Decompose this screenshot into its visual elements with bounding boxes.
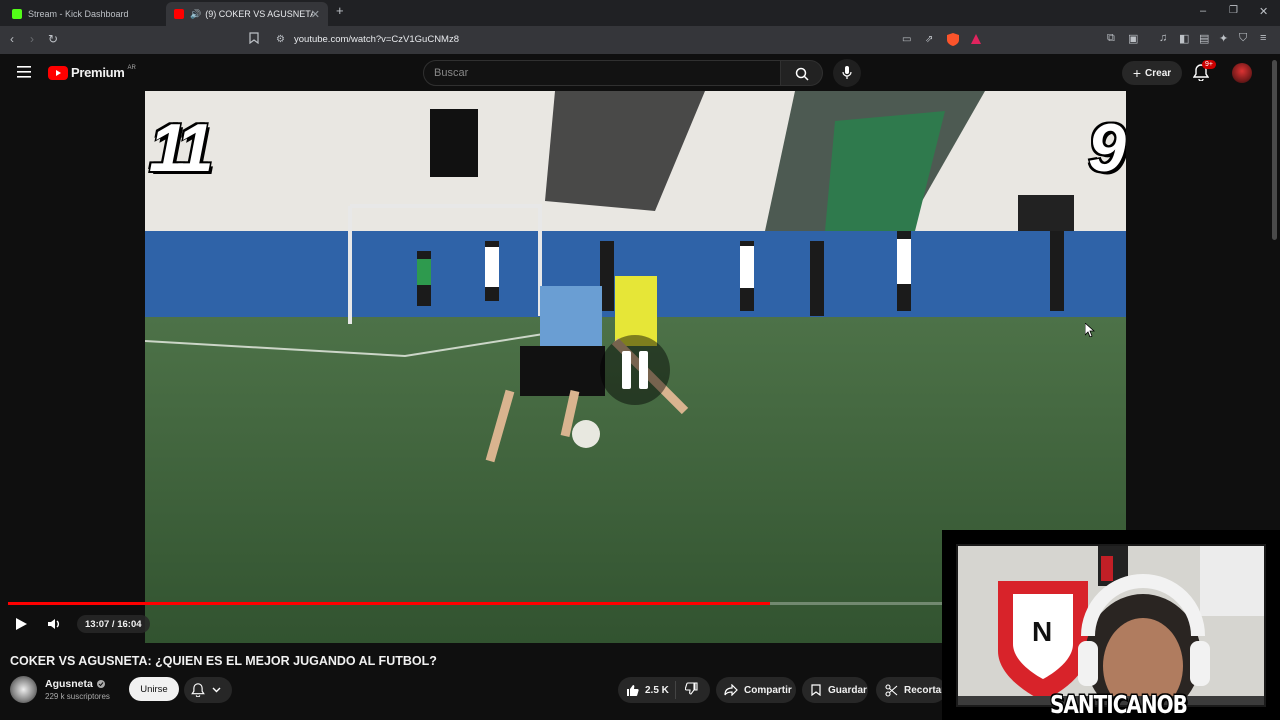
clip-button[interactable]: Recortar <box>876 677 946 703</box>
youtube-header: Premium AR + Crear 9+ <box>0 54 1280 92</box>
wallet-icon[interactable]: ▣ <box>1128 32 1138 45</box>
voice-search-button[interactable] <box>833 59 861 87</box>
notifications-button[interactable]: 9+ <box>1192 60 1216 86</box>
save-label: Guardar <box>828 684 867 696</box>
minimize-button[interactable]: – <box>1200 5 1206 17</box>
media-icon[interactable]: ♫ <box>1159 32 1167 44</box>
volume-icon <box>48 619 59 629</box>
chevron-down-icon <box>212 687 221 693</box>
play-button[interactable] <box>14 617 28 636</box>
notification-badge: 9+ <box>1202 60 1216 69</box>
close-window-button[interactable]: ✕ <box>1259 5 1268 18</box>
video-progress-fill <box>8 602 771 605</box>
region-code: AR <box>127 64 136 71</box>
create-label: Crear <box>1145 67 1172 79</box>
verified-check-icon <box>96 680 105 688</box>
join-label: Unirse <box>140 683 168 695</box>
club-badge-letter: N <box>1032 616 1053 647</box>
kick-favicon-icon <box>12 9 22 19</box>
vpn-icon[interactable]: ⛉ <box>1239 32 1247 45</box>
pause-overlay-button[interactable] <box>600 335 670 405</box>
close-tab-icon[interactable]: ✕ <box>311 8 320 21</box>
like-dislike-group: 2.5 K <box>618 677 710 703</box>
score-left: 11 <box>149 110 214 186</box>
search-bar <box>423 60 781 86</box>
logo-text: Premium <box>71 65 125 80</box>
microphone-icon <box>842 66 852 79</box>
dislike-button[interactable] <box>676 682 698 698</box>
youtube-favicon-icon <box>174 9 184 19</box>
reload-icon[interactable]: ↻ <box>48 32 58 46</box>
time-display: 13:07 / 16:04 <box>77 615 150 633</box>
site-settings-icon[interactable]: ⚙ <box>276 34 285 45</box>
save-playlist-icon <box>811 684 821 696</box>
youtube-premium-logo[interactable]: Premium AR <box>48 65 136 80</box>
streamer-name: SANTICANOB <box>1050 689 1188 719</box>
leo-ai-icon[interactable]: ✦ <box>1219 32 1228 45</box>
url-field[interactable]: youtube.com/watch?v=CzV1GuCNMz8 <box>294 34 459 45</box>
wallet2-icon[interactable]: ▤ <box>1199 32 1209 45</box>
brave-rewards-icon[interactable] <box>970 33 982 48</box>
page-scrollbar[interactable] <box>1272 60 1277 240</box>
avatar[interactable] <box>1232 63 1252 83</box>
thumbs-up-icon <box>627 684 639 696</box>
forward-icon[interactable]: › <box>30 32 34 46</box>
channel-avatar[interactable] <box>10 676 37 703</box>
tab-title: Stream - Kick Dashboard <box>28 9 129 19</box>
bookmark-icon[interactable] <box>249 32 259 47</box>
browser-tab-bar: Stream - Kick Dashboard 🔊 (9) COKER VS A… <box>0 0 1280 26</box>
streamer-webcam-overlay: N SANTICANOB <box>942 530 1280 720</box>
join-button[interactable]: Unirse <box>129 677 179 701</box>
search-button[interactable] <box>781 60 823 86</box>
channel-name-row[interactable]: Agusneta <box>45 678 105 690</box>
mouse-cursor-icon <box>1085 323 1095 337</box>
sidebar-icon[interactable]: ◧ <box>1179 32 1189 45</box>
audio-playing-icon: 🔊 <box>190 8 202 19</box>
restore-button[interactable]: ❐ <box>1229 5 1238 16</box>
share-page-icon[interactable]: ⇗ <box>925 34 933 45</box>
webcam-frame <box>958 546 1264 705</box>
time-label: 13:07 / 16:04 <box>85 618 142 630</box>
share-icon <box>724 684 738 696</box>
menu-icon[interactable]: ≡ <box>1260 32 1266 44</box>
score-right: 9 <box>1088 110 1126 186</box>
thumbs-down-icon <box>684 682 698 695</box>
hamburger-menu-icon[interactable] <box>17 65 31 83</box>
save-button[interactable]: Guardar <box>802 677 868 703</box>
play-icon <box>16 618 27 630</box>
extensions-icon[interactable]: ⧉ <box>1107 32 1115 45</box>
share-label: Compartir <box>744 684 792 696</box>
search-icon <box>795 67 809 81</box>
video-progress-bar[interactable] <box>8 602 942 605</box>
subscriber-count: 229 k suscriptores <box>45 692 110 701</box>
video-title: COKER VS AGUSNETA: ¿QUIEN ES EL MEJOR JU… <box>10 654 437 668</box>
back-icon[interactable]: ‹ <box>10 32 14 46</box>
tab-title: (9) COKER VS AGUSNETA: ¿QUIEN <box>205 9 314 19</box>
create-button[interactable]: + Crear <box>1122 61 1182 85</box>
channel-name[interactable]: Agusneta <box>45 678 93 690</box>
tab-youtube-video[interactable]: 🔊 (9) COKER VS AGUSNETA: ¿QUIEN ✕ <box>166 2 328 26</box>
volume-button[interactable] <box>47 617 62 636</box>
cast-icon[interactable]: ▭ <box>902 34 911 45</box>
subscribed-bell-icon <box>191 683 205 697</box>
webcam-feed: N <box>956 544 1266 707</box>
scissors-icon <box>885 683 898 697</box>
tab-kick-dashboard[interactable]: Stream - Kick Dashboard <box>4 2 164 26</box>
share-button[interactable]: Compartir <box>716 677 796 703</box>
search-input[interactable] <box>424 61 780 85</box>
subscription-bell-button[interactable] <box>184 677 232 703</box>
like-button[interactable]: 2.5 K <box>618 681 676 699</box>
like-count: 2.5 K <box>645 684 669 696</box>
pause-icon <box>622 351 648 389</box>
clip-label: Recortar <box>904 684 946 696</box>
youtube-logo-icon <box>48 65 68 80</box>
browser-toolbar: ‹ › ↻ ⚙ youtube.com/watch?v=CzV1GuCNMz8 … <box>0 26 1280 54</box>
brave-shields-icon[interactable] <box>947 33 959 49</box>
new-tab-button[interactable]: + <box>336 3 344 18</box>
plus-icon: + <box>1132 65 1142 81</box>
